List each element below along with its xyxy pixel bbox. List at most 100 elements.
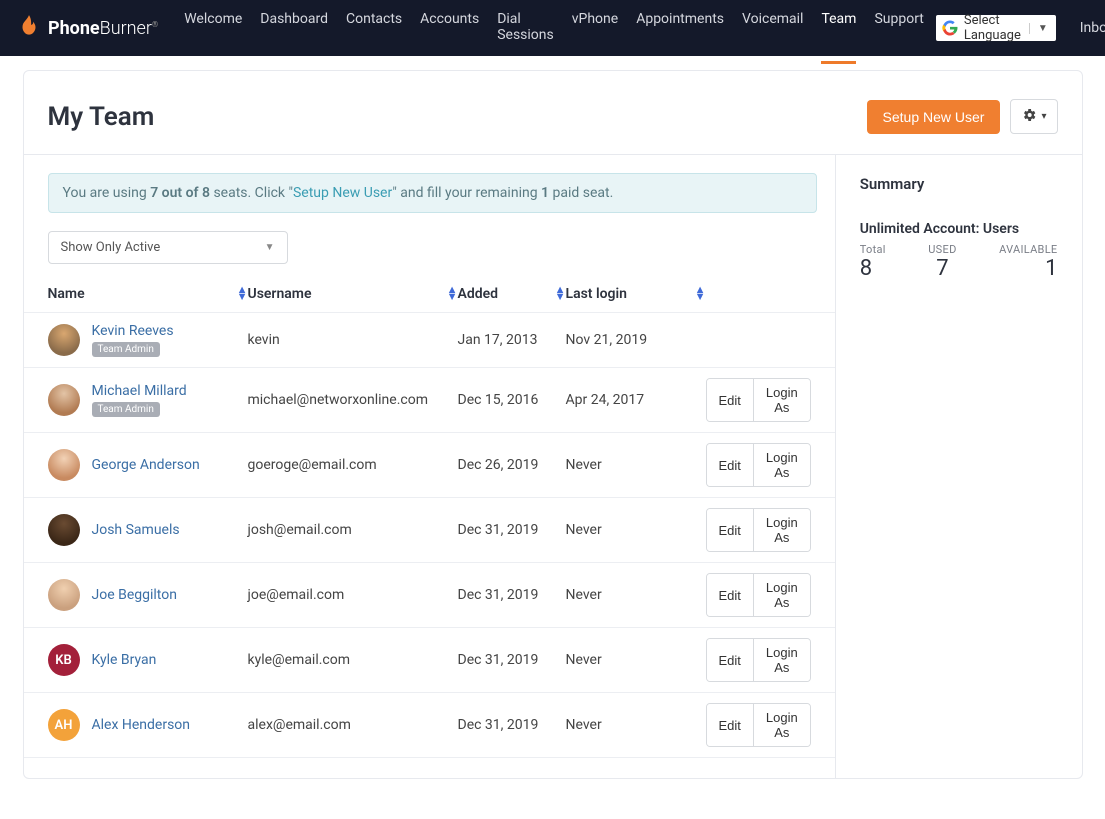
brand-text-light: Burner xyxy=(100,18,152,39)
name-cell: Michael MillardTeam Admin xyxy=(92,383,248,417)
login-as-button[interactable]: Login As xyxy=(753,574,810,616)
username-cell: kevin xyxy=(248,332,458,348)
filter-select[interactable]: Show Only Active ▼ xyxy=(48,231,288,264)
avatar xyxy=(48,384,80,416)
nav-item-contacts[interactable]: Contacts xyxy=(346,0,402,64)
sort-icon: ▲▼ xyxy=(555,287,566,300)
summary-available-label: AVAILABLE xyxy=(999,243,1057,256)
added-cell: Dec 31, 2019 xyxy=(458,522,566,538)
table-body: Kevin ReevesTeam AdminkevinJan 17, 2013N… xyxy=(24,313,835,758)
nav-item-accounts[interactable]: Accounts xyxy=(420,0,479,64)
nav-item-vphone[interactable]: vPhone xyxy=(572,0,618,64)
user-name-link[interactable]: Alex Henderson xyxy=(92,717,248,733)
nav-item-team[interactable]: Team xyxy=(821,0,856,64)
alert-text: You are using xyxy=(63,185,151,201)
settings-gear-button[interactable]: ▾ xyxy=(1010,99,1057,134)
alert-link[interactable]: Setup New User xyxy=(293,185,392,201)
nav-item-dial-sessions[interactable]: Dial Sessions xyxy=(497,0,554,64)
added-cell: Dec 26, 2019 xyxy=(458,457,566,473)
action-button-group: EditLogin As xyxy=(706,508,811,552)
summary-title: Summary xyxy=(860,175,1058,193)
chevron-down-icon: ▼ xyxy=(1029,23,1056,34)
sort-icon: ▲▼ xyxy=(237,287,248,300)
action-button-group: EditLogin As xyxy=(706,638,811,682)
brand-text-bold: Phone xyxy=(48,18,100,39)
avatar: AH xyxy=(48,709,80,741)
alert-text: and fill your remaining xyxy=(397,185,541,201)
edit-button[interactable]: Edit xyxy=(707,509,753,551)
nav-item-appointments[interactable]: Appointments xyxy=(636,0,724,64)
main-column: You are using 7 out of 8 seats. Click "S… xyxy=(24,154,835,778)
page-card: My Team Setup New User ▾ You are using 7… xyxy=(23,70,1083,779)
table-row: KBKyle Bryankyle@email.comDec 31, 2019Ne… xyxy=(24,628,835,693)
avatar: KB xyxy=(48,644,80,676)
login-as-button[interactable]: Login As xyxy=(753,509,810,551)
last-login-cell: Never xyxy=(566,457,706,473)
team-admin-badge: Team Admin xyxy=(92,342,160,357)
user-name-link[interactable]: Kevin Reeves xyxy=(92,323,248,339)
edit-button[interactable]: Edit xyxy=(707,704,753,746)
actions-cell: EditLogin As xyxy=(706,638,811,682)
th-name[interactable]: Name ▲▼ xyxy=(48,286,248,302)
language-selector[interactable]: Select Language ▼ xyxy=(936,15,1056,41)
user-name-link[interactable]: Michael Millard xyxy=(92,383,248,399)
th-name-label: Name xyxy=(48,286,85,302)
nav-item-dashboard[interactable]: Dashboard xyxy=(260,0,328,64)
login-as-button[interactable]: Login As xyxy=(753,444,810,486)
brand-logo[interactable]: PhoneBurner® xyxy=(16,13,158,44)
added-cell: Dec 31, 2019 xyxy=(458,717,566,733)
th-added[interactable]: Added ▲▼ xyxy=(458,286,566,302)
th-username-label: Username xyxy=(248,286,312,302)
nav-item-welcome[interactable]: Welcome xyxy=(184,0,242,64)
filter-selected: Show Only Active xyxy=(61,240,161,255)
edit-button[interactable]: Edit xyxy=(707,639,753,681)
brand-tm: ® xyxy=(152,20,158,29)
action-button-group: EditLogin As xyxy=(706,703,811,747)
page-title: My Team xyxy=(48,102,155,132)
th-login-label: Last login xyxy=(566,286,627,302)
table-row: Joe Beggiltonjoe@email.comDec 31, 2019Ne… xyxy=(24,563,835,628)
user-name-link[interactable]: Joe Beggilton xyxy=(92,587,248,603)
alert-remaining: 1 xyxy=(541,185,549,201)
th-login[interactable]: Last login ▲▼ xyxy=(566,286,706,302)
name-cell: Kevin Reeves Team Admin xyxy=(92,323,248,357)
nav-item-support[interactable]: Support xyxy=(874,0,923,64)
edit-button[interactable]: Edit xyxy=(707,444,753,486)
summary-used-label: USED xyxy=(928,243,956,256)
user-name-link[interactable]: Josh Samuels xyxy=(92,522,248,538)
added-cell: Dec 31, 2019 xyxy=(458,652,566,668)
avatar xyxy=(48,449,80,481)
edit-button[interactable]: Edit xyxy=(707,574,753,616)
actions-cell: EditLogin As xyxy=(706,378,811,422)
table-row: Kevin ReevesTeam AdminkevinJan 17, 2013N… xyxy=(24,313,835,368)
inbox-link[interactable]: Inbox xyxy=(1080,20,1105,36)
sort-icon: ▲▼ xyxy=(447,287,458,300)
edit-button[interactable]: Edit xyxy=(707,379,753,421)
username-cell: alex@email.com xyxy=(248,717,458,733)
setup-new-user-button[interactable]: Setup New User xyxy=(867,100,1001,134)
table-row: Josh Samuelsjosh@email.comDec 31, 2019Ne… xyxy=(24,498,835,563)
user-name-link[interactable]: Kyle Bryan xyxy=(92,652,248,668)
th-username[interactable]: Username ▲▼ xyxy=(248,286,458,302)
name-cell: Joe Beggilton xyxy=(92,587,248,603)
page-header: My Team Setup New User ▾ xyxy=(24,71,1082,154)
last-login-cell: Apr 24, 2017 xyxy=(566,392,706,408)
table-row: AH Alex Hendersonalex@email.comDec 31, 20… xyxy=(24,693,835,758)
top-nav: PhoneBurner® WelcomeDashboardContactsAcc… xyxy=(0,0,1105,56)
name-cell: Alex Henderson xyxy=(92,717,248,733)
summary-account: Unlimited Account: Users xyxy=(860,221,1058,237)
th-added-label: Added xyxy=(458,286,499,302)
login-as-button[interactable]: Login As xyxy=(753,379,810,421)
nav-item-voicemail[interactable]: Voicemail xyxy=(742,0,803,64)
user-name-link[interactable]: George Anderson xyxy=(92,457,248,473)
login-as-button[interactable]: Login As xyxy=(753,639,810,681)
summary-total-label: Total xyxy=(860,243,886,256)
filter-row: Show Only Active ▼ xyxy=(24,231,835,276)
gear-icon xyxy=(1021,107,1037,126)
alert-count: 7 out of 8 xyxy=(150,185,210,201)
seats-alert: You are using 7 out of 8 seats. Click "S… xyxy=(48,173,817,213)
summary-sidebar: Summary Unlimited Account: Users Total 8… xyxy=(835,154,1082,778)
login-as-button[interactable]: Login As xyxy=(753,704,810,746)
avatar xyxy=(48,324,80,356)
avatar xyxy=(48,514,80,546)
